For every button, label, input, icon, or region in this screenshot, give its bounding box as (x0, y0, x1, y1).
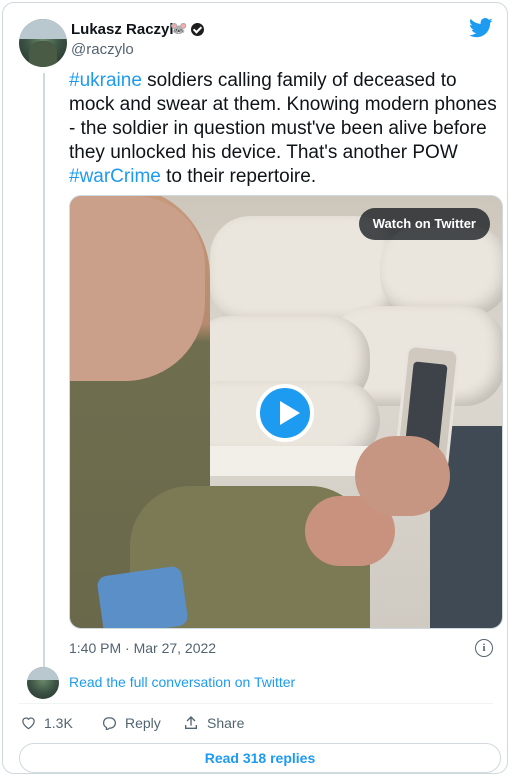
hashtag-warcrime[interactable]: #warCrime (69, 166, 161, 187)
share-button[interactable]: Share (183, 715, 244, 731)
video-thumbnail[interactable]: Watch on Twitter (69, 195, 503, 629)
like-button[interactable]: 1.3K (21, 715, 73, 731)
author-handle[interactable]: @raczylo (71, 41, 134, 58)
heart-icon (22, 717, 35, 730)
read-conversation-link[interactable]: Read the full conversation on Twitter (69, 674, 295, 690)
reply-button[interactable]: Reply (101, 715, 161, 731)
verified-icon (191, 23, 204, 36)
twitter-bird-icon[interactable] (469, 17, 493, 39)
mouse-emoji-icon: 🐭 (170, 20, 188, 36)
read-replies-button[interactable]: Read 318 replies (19, 743, 501, 773)
small-avatar[interactable] (27, 667, 59, 699)
tweet-timestamp[interactable]: 1:40 PM · Mar 27, 2022 (69, 640, 216, 656)
reply-label: Reply (125, 715, 161, 731)
tweet-text: #ukraine soldiers calling family of dece… (69, 69, 499, 189)
tweet-card: Lukasz Raczylo 🐭 @raczylo #ukraine soldi… (2, 2, 508, 774)
watch-on-twitter-button[interactable]: Watch on Twitter (358, 208, 490, 240)
like-count: 1.3K (44, 715, 73, 731)
thread-line (43, 73, 45, 667)
share-label: Share (207, 715, 245, 731)
info-icon[interactable]: i (475, 639, 493, 657)
share-icon (185, 716, 197, 729)
reply-icon (103, 717, 116, 730)
play-icon[interactable] (256, 384, 314, 442)
tweet-body-2: to their repertoire. (160, 166, 317, 187)
author-name[interactable]: Lukasz Raczylo (71, 21, 183, 38)
divider (19, 703, 493, 704)
hashtag-ukraine[interactable]: #ukraine (69, 70, 142, 91)
avatar[interactable] (19, 19, 67, 67)
